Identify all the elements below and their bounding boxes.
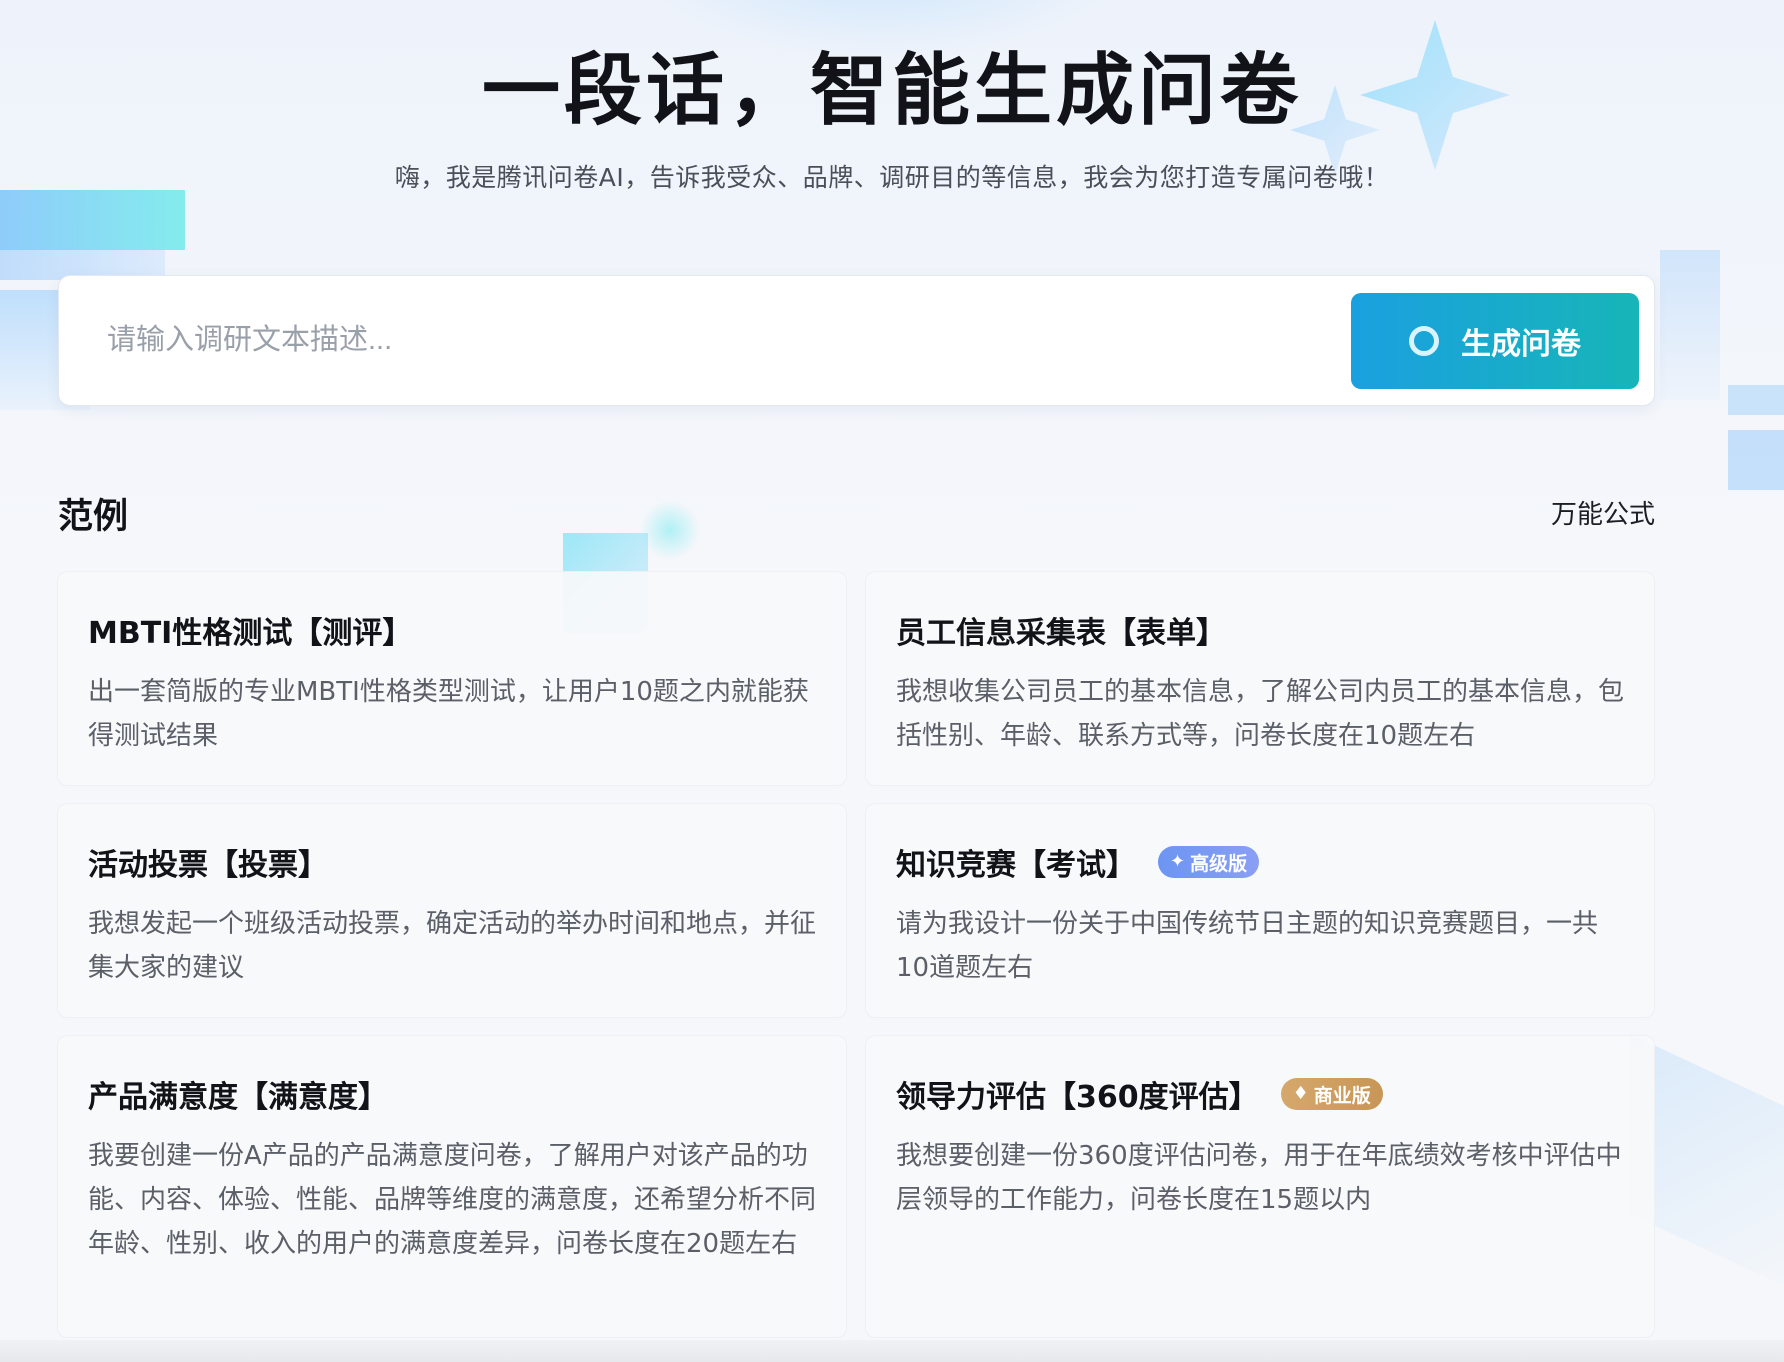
card-description: 我想要创建一份360度评估问卷，用于在年底绩效考核中评估中层领导的工作能力，问卷… [896,1141,1622,1215]
badge-label: 高级版 [1190,852,1248,875]
example-card-product-satisfaction[interactable]: 产品满意度【满意度】 我要创建一份A产品的产品满意度问卷，了解用户对该产品的功能… [57,1035,847,1338]
decorative-block [1728,430,1784,490]
example-card-mbti[interactable]: MBTI性格测试【测评】 出一套简版的专业MBTI性格类型测试，让用户10题之内… [57,571,847,786]
card-description: 出一套简版的专业MBTI性格类型测试，让用户10题之内就能获得测试结果 [88,677,809,751]
ring-icon [1409,326,1439,356]
card-description: 我要创建一份A产品的产品满意度问卷，了解用户对该产品的功能、内容、体验、性能、品… [88,1141,817,1259]
page-subtitle: 嗨，我是腾讯问卷AI，告诉我受众、品牌、调研目的等信息，我会为您打造专属问卷哦！ [394,163,1390,192]
diamond-icon: ♦ [1292,1083,1309,1104]
decorative-glow [640,500,700,560]
page: 一段话，智能生成问卷 嗨，我是腾讯问卷AI，告诉我受众、品牌、调研目的等信息，我… [0,0,1784,1362]
card-description: 我想发起一个班级活动投票，确定活动的举办时间和地点，并征集大家的建议 [88,909,817,983]
badge-label: 商业版 [1313,1084,1371,1107]
card-title: 活动投票【投票】 [88,848,328,883]
survey-description-input[interactable] [107,308,1307,372]
universal-formula-link[interactable]: 万能公式 [1500,494,1655,531]
card-title: 产品满意度【满意度】 [88,1080,388,1115]
generate-survey-label: 生成问卷 [1461,327,1581,362]
decorative-block [1660,250,1720,400]
example-card-leadership-360[interactable]: 领导力评估【360度评估】 ♦ 商业版 我想要创建一份360度评估问卷，用于在年… [865,1035,1655,1338]
generate-survey-button[interactable]: 生成问卷 [1351,293,1639,389]
advanced-edition-badge: ✦ 高级版 [1158,846,1260,878]
decorative-block [1728,385,1784,415]
card-title: 员工信息采集表【表单】 [896,616,1226,651]
example-card-knowledge-contest[interactable]: 知识竞赛【考试】 ✦ 高级版 请为我设计一份关于中国传统节日主题的知识竞赛题目，… [865,803,1655,1018]
page-title: 一段话，智能生成问卷 [481,46,1302,136]
decorative-block [0,190,185,250]
examples-section-title: 范例 [58,497,129,537]
card-description: 我想收集公司员工的基本信息，了解公司内员工的基本信息，包括性别、年龄、联系方式等… [896,677,1625,751]
card-title: MBTI性格测试【测评】 [88,616,413,651]
sparkle-icon: ✦ [1170,851,1186,872]
example-card-activity-vote[interactable]: 活动投票【投票】 我想发起一个班级活动投票，确定活动的举办时间和地点，并征集大家… [57,803,847,1018]
search-box: 生成问卷 [58,275,1655,406]
example-card-employee-info[interactable]: 员工信息采集表【表单】 我想收集公司员工的基本信息，了解公司内员工的基本信息，包… [865,571,1655,786]
card-title: 知识竞赛【考试】 [896,848,1136,883]
card-description: 请为我设计一份关于中国传统节日主题的知识竞赛题目，一共10道题左右 [896,909,1599,983]
card-title: 领导力评估【360度评估】 [896,1080,1259,1115]
business-edition-badge: ♦ 商业版 [1280,1078,1383,1110]
bottom-edge [0,1340,1784,1362]
